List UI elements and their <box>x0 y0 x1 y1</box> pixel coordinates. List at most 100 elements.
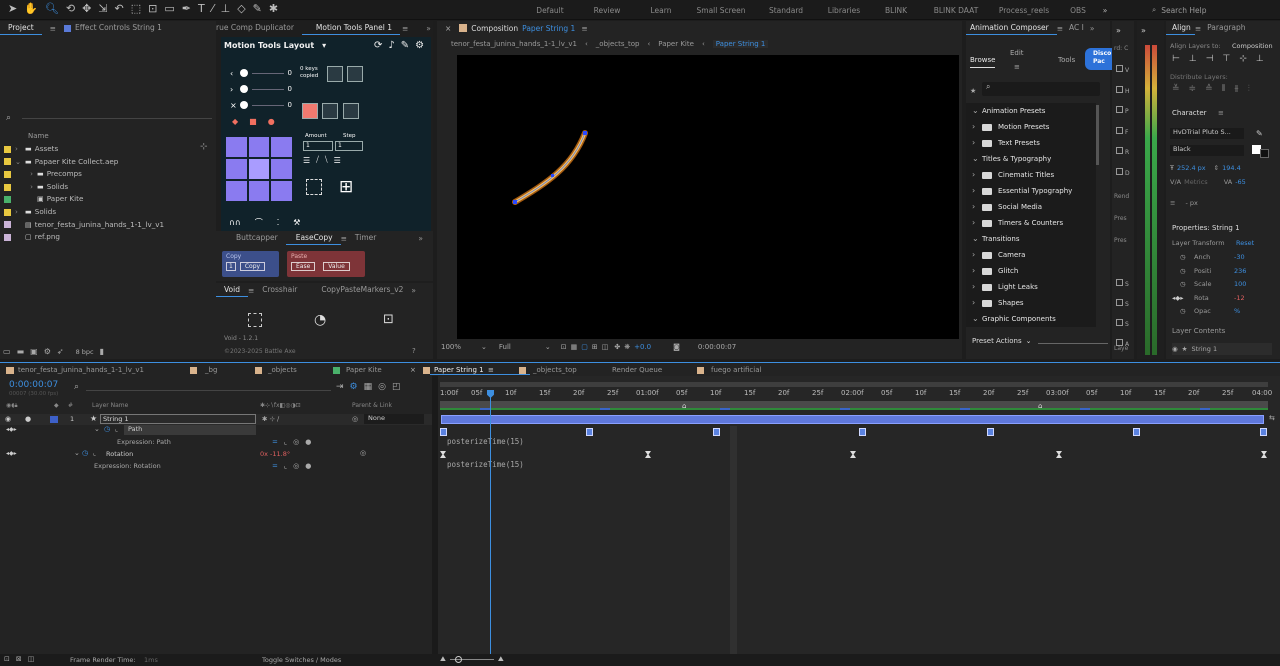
folder-item[interactable]: › Camera <box>966 247 1096 263</box>
expression-language-icon[interactable]: ● <box>305 462 311 470</box>
anchor-cell[interactable] <box>271 159 292 179</box>
expand-chevron-icon[interactable]: › <box>15 143 25 156</box>
prop-value[interactable]: 236 <box>1234 265 1246 279</box>
region-icon[interactable]: ⊡ <box>561 343 567 351</box>
trash-icon[interactable]: ▮ <box>100 347 104 356</box>
tab-easecopy[interactable]: EaseCopy <box>285 231 341 245</box>
checkbox[interactable] <box>1116 65 1123 72</box>
prop-row[interactable]: ◷ Scale 100 <box>1180 278 1272 292</box>
timeline-tab[interactable]: _bg <box>205 366 217 374</box>
timeline-tab[interactable]: Paper Kite <box>346 366 382 374</box>
stopwatch-icon[interactable]: ◷ <box>1180 265 1194 279</box>
camera-tool-icon[interactable]: ⬚ <box>131 3 141 14</box>
expand-chevron-icon[interactable]: › <box>15 181 37 194</box>
selection-tool-icon[interactable]: ➤ <box>8 3 17 14</box>
workspace-standard[interactable]: Standard <box>754 6 818 15</box>
adjust-icon[interactable]: ⚙ <box>44 347 51 356</box>
graph-editor-icon[interactable]: ◰ <box>392 382 401 392</box>
layer-duration-bar[interactable] <box>441 415 1264 424</box>
collapse-chevron-icon[interactable]: ⌄ <box>972 311 982 327</box>
expand-chevron-icon[interactable]: › <box>972 263 982 279</box>
zoom-dropdown-icon[interactable]: ⌄ <box>481 343 487 351</box>
checkbox[interactable] <box>1116 147 1123 154</box>
content-item[interactable]: ◉ ★ String 1 <box>1172 343 1272 355</box>
project-item[interactable]: ▤ tenor_festa_junina_hands_1-1_lv_v1 <box>4 219 204 232</box>
transparency-grid-icon[interactable]: ▦ <box>571 343 578 351</box>
zoom-out-icon[interactable]: ⛰ <box>440 655 446 664</box>
workspace-libraries[interactable]: Libraries <box>818 6 870 15</box>
distribute-hcenter-icon[interactable]: ⫵ <box>1234 84 1238 94</box>
tab-copypastemarkers[interactable]: CopyPasteMarkers_v2 <box>305 283 411 297</box>
anchor-cell[interactable] <box>271 137 292 157</box>
prop-value[interactable]: 100 <box>1234 278 1246 292</box>
prop-value[interactable]: % <box>1234 305 1240 319</box>
exposure-value[interactable]: +0.0 <box>634 343 651 351</box>
timeline-tab-active[interactable]: Paper String 1 <box>434 366 484 374</box>
preset-actions-dropdown[interactable]: Preset Actions ⌄ <box>972 337 1032 345</box>
category-item[interactable]: ⌄ Animation Presets <box>966 103 1096 119</box>
copy-keys-button[interactable] <box>327 66 343 82</box>
zoom-dropdown[interactable]: 100% <box>441 343 481 351</box>
timeline-tab[interactable]: fuego artificial <box>711 366 761 374</box>
layout-dropdown-icon[interactable]: ▾ <box>322 41 326 50</box>
checkbox[interactable] <box>1116 106 1123 113</box>
settings-gear-icon[interactable]: ⚙ <box>415 40 424 51</box>
viewer-timecode[interactable]: 0:00:00:07 <box>698 343 736 351</box>
align-right-icon[interactable]: ☰ <box>334 156 341 165</box>
circle-key-icon[interactable]: ● <box>268 117 275 126</box>
path-keyframe[interactable] <box>987 428 994 436</box>
expand-chevron-icon[interactable]: › <box>15 168 37 181</box>
render-icon[interactable]: ⊡ <box>4 655 10 663</box>
breadcrumb-item[interactable]: tenor_festa_junina_hands_1-1_lv_v1 <box>451 40 577 48</box>
hand-tool-icon[interactable]: ✋ <box>24 3 38 14</box>
tab-animation-composer[interactable]: Animation Composer <box>966 21 1057 35</box>
tab-project[interactable]: Project <box>0 21 42 35</box>
path-keyframe[interactable] <box>1260 428 1267 436</box>
comment-marker-icon[interactable]: ⌂ <box>682 402 692 410</box>
project-item[interactable]: › ▬ Assets <box>4 143 204 156</box>
folder-item[interactable]: › Shapes <box>966 295 1096 311</box>
skew-right-icon[interactable]: ⧹ <box>325 155 328 165</box>
anchor-cell[interactable] <box>226 137 247 157</box>
tab-buttcapper[interactable]: Buttcapper <box>216 231 286 245</box>
panel-menu-icon[interactable]: ≡ <box>402 24 408 33</box>
folder-item[interactable]: › Social Media <box>966 199 1096 215</box>
composer-search-input[interactable]: ⌕ <box>982 82 1100 96</box>
expand-chevron-icon[interactable]: › <box>972 199 982 215</box>
collapse-chevron-icon[interactable]: ⌄ <box>74 449 80 457</box>
close-tab-icon[interactable]: × <box>445 24 451 33</box>
expand-chevron-icon[interactable]: › <box>972 183 982 199</box>
timeline-tab[interactable]: tenor_festa_junina_hands_1-1_lv_v1 <box>18 366 144 374</box>
search-help-box[interactable]: ⌕ Search Help <box>1152 4 1276 16</box>
align-bottom-icon[interactable]: ⊥ <box>1256 54 1264 64</box>
expand-chevron-icon[interactable]: › <box>972 247 982 263</box>
move-tool-icon[interactable]: ✥ <box>82 3 91 14</box>
pickwhip-icon[interactable]: ◎ <box>360 449 366 457</box>
expression-pickwhip-icon[interactable]: ◎ <box>293 462 299 470</box>
checkbox[interactable] <box>1116 126 1123 134</box>
expand-chevron-icon[interactable]: › <box>972 167 982 183</box>
collapse-chevron-icon[interactable]: ⌄ <box>972 103 982 119</box>
panel-menu-icon[interactable]: ≡ <box>581 24 587 33</box>
more-panels-icon[interactable]: » <box>418 234 423 243</box>
collapse-chevron-icon[interactable]: ⌄ <box>972 151 982 167</box>
curve-icon[interactable]: ⌒ <box>255 217 263 228</box>
step-input[interactable]: 1 <box>335 141 363 151</box>
expression-path-code[interactable]: posterizeTime(15) <box>447 437 524 446</box>
tab-tools[interactable]: Tools <box>1058 56 1075 64</box>
prop-row[interactable]: ◷ Opac% <box>1180 305 1272 319</box>
prop-row[interactable]: ◷ Anch -30 <box>1180 251 1272 265</box>
path-keyframe[interactable] <box>859 428 866 436</box>
amount-input[interactable]: 1 <box>303 141 333 151</box>
panel-menu-icon[interactable]: ≡ <box>488 366 494 374</box>
color-icon[interactable]: ✤ <box>614 343 620 351</box>
expression-language-icon[interactable]: ● <box>305 438 311 446</box>
tracking-value[interactable]: -65 <box>1235 178 1246 186</box>
reset-link[interactable]: Reset <box>1236 239 1254 247</box>
orbit-tool-icon[interactable]: ⟲ <box>66 3 75 14</box>
project-item[interactable]: › ▬ Precomps <box>4 168 204 181</box>
more-workspaces-icon[interactable]: » <box>1098 6 1112 15</box>
checkbox[interactable] <box>1116 167 1123 175</box>
breadcrumb-item[interactable]: _objects_top <box>596 40 640 48</box>
timeline-tab[interactable]: _objects_top <box>533 366 577 374</box>
